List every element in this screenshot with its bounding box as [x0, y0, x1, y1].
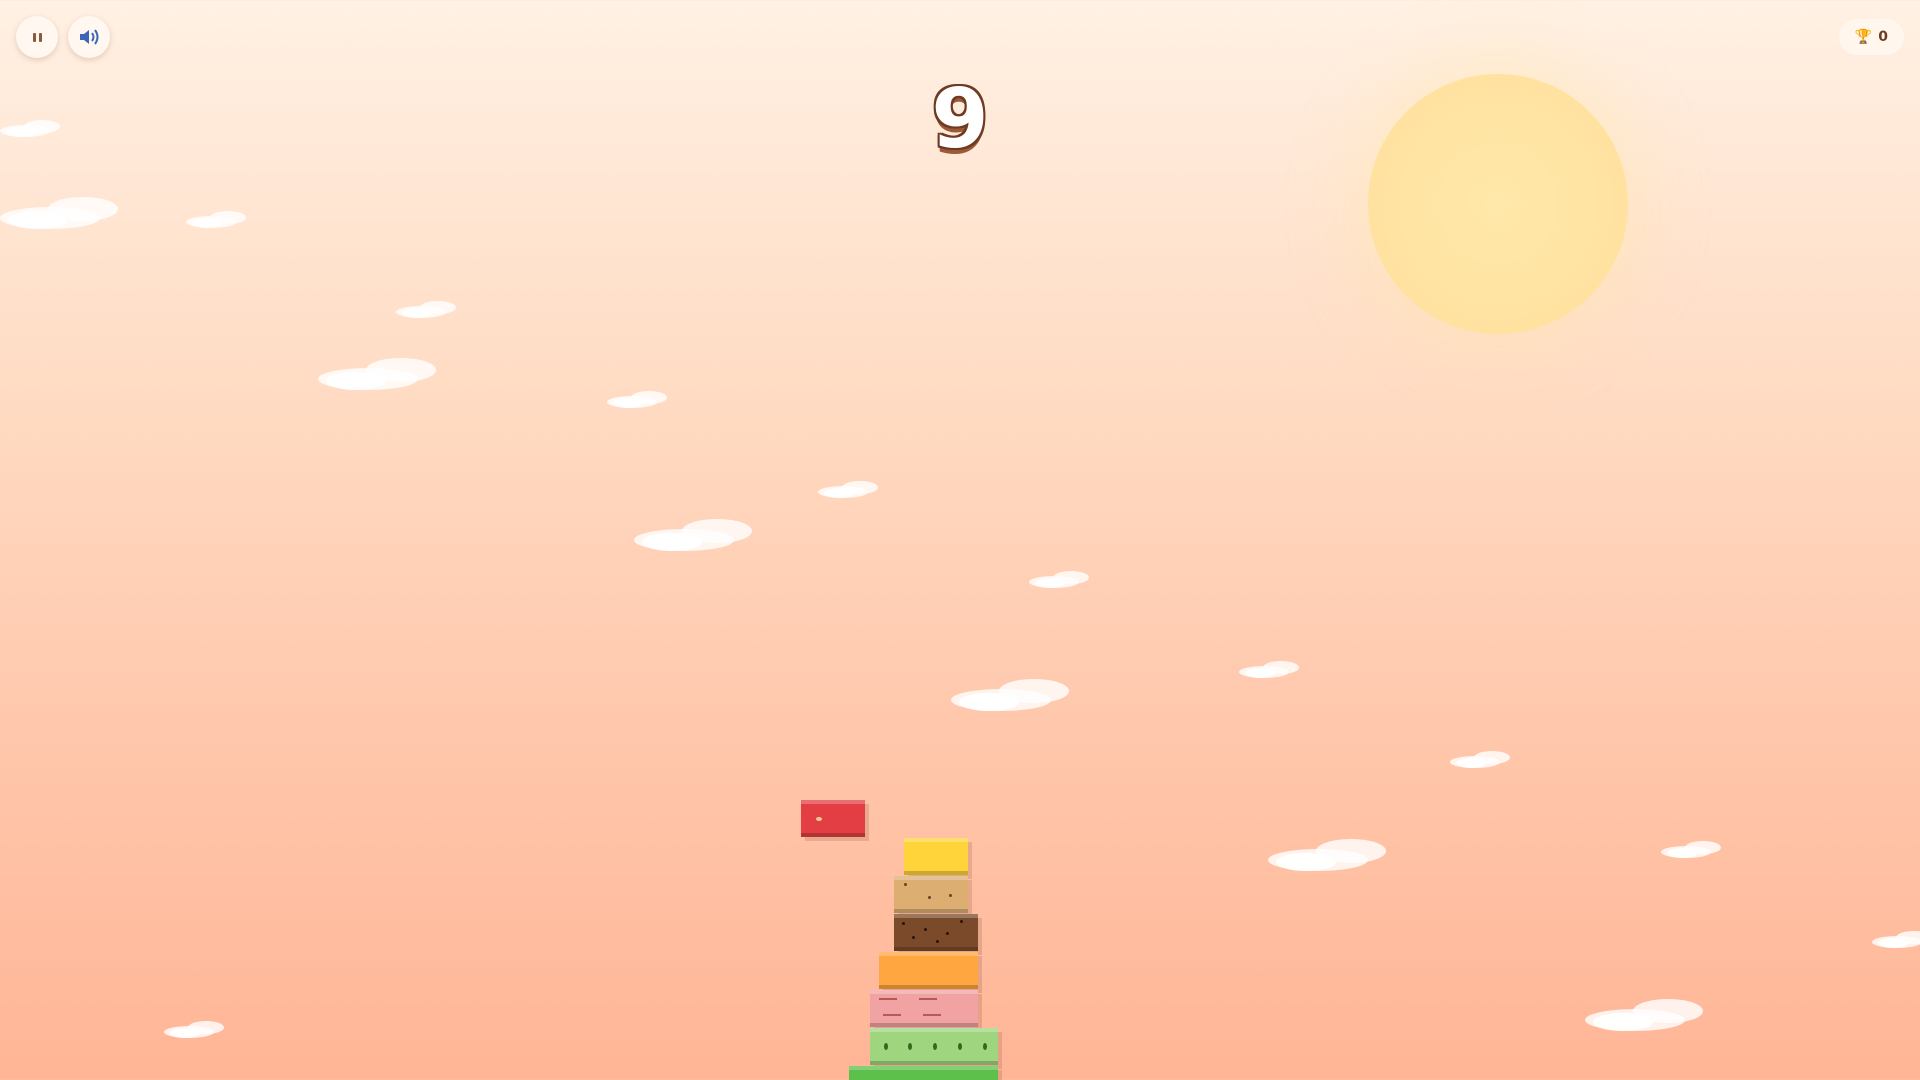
cloud — [1585, 999, 1703, 1033]
pause-icon — [32, 32, 42, 42]
cloud — [1450, 751, 1510, 769]
sound-toggle-button[interactable] — [68, 16, 110, 58]
cloud — [186, 211, 246, 229]
cloud — [0, 197, 118, 231]
best-score-badge: 🏆 0 — [1838, 19, 1904, 55]
cloud — [1268, 839, 1386, 873]
tower-block-orange — [879, 952, 978, 989]
cloud — [1239, 661, 1299, 679]
tower-block-strawberry-cream — [870, 990, 978, 1027]
speaker-icon — [80, 29, 99, 45]
cloud — [396, 301, 456, 319]
trophy-icon: 🏆 — [1854, 29, 1873, 45]
cloud — [1661, 841, 1721, 859]
best-score-value: 0 — [1878, 29, 1888, 45]
tower-block-lemon — [904, 838, 968, 875]
cloud — [164, 1021, 224, 1039]
tower-block-chocolate — [894, 914, 978, 951]
cloud — [634, 519, 752, 553]
tower-block-biscuit — [894, 876, 968, 913]
cloud — [951, 679, 1069, 713]
tower-block-grass — [849, 1066, 998, 1080]
cloud — [607, 391, 667, 409]
cloud — [1872, 931, 1920, 949]
pause-button[interactable] — [16, 16, 58, 58]
cloud — [318, 358, 436, 392]
cloud — [818, 481, 878, 499]
tower-block-kiwi — [870, 1028, 998, 1065]
cloud — [1029, 571, 1089, 589]
current-score: 9 — [931, 72, 989, 167]
falling-block[interactable] — [801, 800, 865, 837]
